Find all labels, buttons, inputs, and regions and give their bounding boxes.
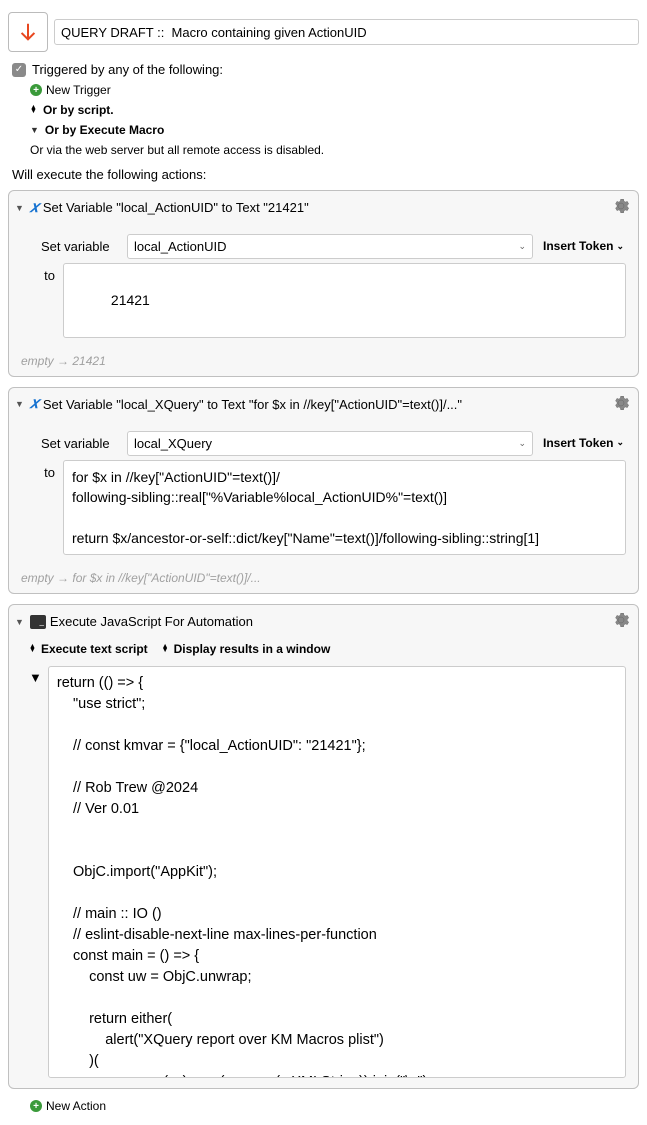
variable-value-input[interactable]: for $x in //key["ActionUID"=text()]/ fol…: [63, 460, 626, 555]
chevron-down-icon[interactable]: ⌄: [518, 438, 526, 449]
gear-icon[interactable]: [612, 197, 630, 218]
chevron-down-icon[interactable]: ⌄: [518, 241, 526, 252]
set-variable-label: Set variable: [41, 431, 119, 451]
add-icon: +: [30, 84, 42, 96]
display-results-option[interactable]: ▲▼ Display results in a window: [162, 642, 331, 656]
updown-icon: ▲▼: [162, 645, 169, 653]
action-title: Set Variable "local_XQuery" to Text "for…: [43, 397, 462, 412]
updown-icon: ▲▼: [29, 645, 36, 653]
actions-section-label: Will execute the following actions:: [12, 167, 639, 182]
to-label: to: [41, 460, 55, 480]
triggered-checkbox[interactable]: ✓: [12, 63, 26, 77]
to-label: to: [41, 263, 55, 283]
chevron-down-icon[interactable]: ▼: [15, 203, 24, 213]
variable-icon: 𝑥: [30, 199, 39, 217]
gear-icon[interactable]: [612, 394, 630, 415]
chevron-down-icon[interactable]: ▼: [15, 399, 24, 409]
action-title: Set Variable "local_ActionUID" to Text "…: [43, 200, 309, 215]
chevron-down-icon[interactable]: ▼: [29, 666, 42, 685]
variable-name-input[interactable]: local_XQuery ⌄: [127, 431, 533, 456]
action-status-line: empty → 21421: [9, 350, 638, 376]
new-trigger-button[interactable]: + New Trigger: [30, 83, 639, 97]
chevron-down-icon: ▼: [30, 125, 39, 135]
macro-title-input[interactable]: [54, 19, 639, 45]
or-by-execute-macro[interactable]: ▼ Or by Execute Macro: [30, 123, 639, 137]
insert-token-button[interactable]: Insert Token ⌄: [541, 431, 626, 450]
variable-icon: 𝑥: [30, 395, 39, 413]
arrow-down-icon: [17, 21, 39, 43]
action-execute-javascript[interactable]: ▼ _ Execute JavaScript For Automation ▲▼…: [8, 604, 639, 1089]
set-variable-label: Set variable: [41, 234, 119, 254]
action-set-variable-actionuid[interactable]: ▼ 𝑥 Set Variable "local_ActionUID" to Te…: [8, 190, 639, 377]
terminal-icon: _: [30, 615, 46, 629]
script-code-input[interactable]: return (() => { "use strict"; // const k…: [48, 666, 626, 1078]
chevron-down-icon[interactable]: ▼: [15, 617, 24, 627]
or-by-script[interactable]: ▲▼ Or by script.: [30, 103, 639, 117]
action-set-variable-xquery[interactable]: ▼ 𝑥 Set Variable "local_XQuery" to Text …: [8, 387, 639, 594]
macro-icon-box[interactable]: [8, 12, 48, 52]
gear-icon[interactable]: [612, 611, 630, 632]
variable-name-input[interactable]: local_ActionUID ⌄: [127, 234, 533, 259]
updown-icon: ▲▼: [30, 106, 37, 114]
action-status-line: empty → for $x in //key["ActionUID"=text…: [9, 567, 638, 593]
action-title: Execute JavaScript For Automation: [50, 614, 253, 629]
variable-value-input[interactable]: 21421: [63, 263, 626, 338]
or-web-server-text: Or via the web server but all remote acc…: [30, 143, 639, 157]
add-icon: +: [30, 1100, 42, 1112]
new-action-button[interactable]: + New Action: [30, 1099, 639, 1113]
insert-token-button[interactable]: Insert Token ⌄: [541, 234, 626, 253]
execute-text-script-option[interactable]: ▲▼ Execute text script: [29, 642, 148, 656]
triggered-label: Triggered by any of the following:: [32, 62, 223, 77]
